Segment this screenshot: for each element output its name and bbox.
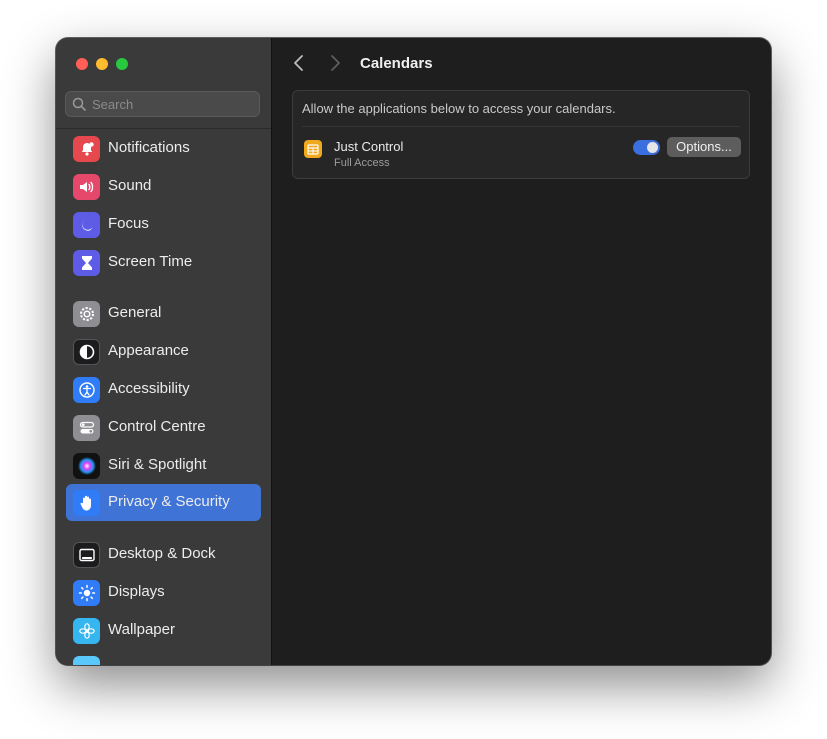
sidebar-item-label: Displays xyxy=(108,583,165,600)
sidebar-item-general[interactable]: General xyxy=(66,295,261,331)
minimize-window-button[interactable] xyxy=(96,58,108,70)
sidebar-item-label: Wallpaper xyxy=(108,621,175,638)
sidebar-item-screen-time[interactable]: Screen Time xyxy=(66,244,261,280)
sidebar-item-label: Focus xyxy=(108,215,149,232)
sidebar-item-label: Privacy & Security xyxy=(108,493,230,510)
calendar-access-toggle[interactable] xyxy=(633,140,660,155)
flower-icon xyxy=(73,618,100,644)
dock-icon xyxy=(73,542,100,568)
sidebar-item-appearance[interactable]: Appearance xyxy=(66,333,261,369)
app-name: Just Control xyxy=(334,139,404,154)
sidebar: Search Notifications Sound Focus Screen … xyxy=(56,38,272,665)
screensaver-icon xyxy=(73,656,100,665)
calendar-app-icon xyxy=(304,140,322,158)
system-settings-window: Search Notifications Sound Focus Screen … xyxy=(56,38,771,665)
sidebar-item-label: Sound xyxy=(108,177,152,194)
main-content: Calendars Allow the applications below t… xyxy=(272,38,771,665)
toggles-icon xyxy=(73,415,100,441)
bell-icon xyxy=(73,136,100,162)
sidebar-item-label: Notifications xyxy=(108,139,190,156)
sidebar-item-privacy-security[interactable]: Privacy & Security xyxy=(66,484,261,521)
close-window-button[interactable] xyxy=(76,58,88,70)
sidebar-item-label: Screen Time xyxy=(108,253,193,270)
app-access-level: Full Access xyxy=(334,157,390,169)
gear-icon xyxy=(73,301,100,327)
sidebar-item-label: Accessibility xyxy=(108,380,190,397)
panel-description: Allow the applications below to access y… xyxy=(302,101,616,116)
sidebar-item-label: Desktop & Dock xyxy=(108,545,216,562)
zoom-window-button[interactable] xyxy=(116,58,128,70)
calendar-access-panel: Allow the applications below to access y… xyxy=(292,90,750,179)
appearance-icon xyxy=(73,339,100,365)
sidebar-item-siri-spotlight[interactable]: Siri & Spotlight xyxy=(66,447,261,483)
sidebar-item-label: Control Centre xyxy=(108,418,206,435)
search-icon xyxy=(72,97,86,111)
sidebar-item-notifications[interactable]: Notifications xyxy=(66,130,261,166)
sidebar-divider xyxy=(56,128,271,129)
hand-icon xyxy=(73,490,100,516)
search-input[interactable]: Search xyxy=(65,91,260,117)
sidebar-item-label: General xyxy=(108,304,162,321)
speaker-icon xyxy=(73,174,100,200)
sidebar-item-desktop-dock[interactable]: Desktop & Dock xyxy=(66,536,261,572)
siri-icon xyxy=(73,453,100,479)
sidebar-item-label: Siri & Spotlight xyxy=(108,456,207,473)
toggle-knob xyxy=(647,142,658,153)
accessibility-icon xyxy=(73,377,100,403)
sidebar-item-sound[interactable]: Sound xyxy=(66,168,261,204)
sidebar-item-wallpaper[interactable]: Wallpaper xyxy=(66,612,261,648)
sidebar-item-label: Appearance xyxy=(108,342,189,359)
page-title: Calendars xyxy=(360,55,433,72)
panel-divider xyxy=(302,126,740,127)
sidebar-item-accessibility[interactable]: Accessibility xyxy=(66,371,261,407)
window-controls xyxy=(76,58,128,70)
options-button[interactable]: Options... xyxy=(667,137,741,157)
forward-button[interactable] xyxy=(328,54,342,72)
sun-icon xyxy=(73,580,100,606)
search-placeholder: Search xyxy=(92,97,134,112)
sidebar-item-displays[interactable]: Displays xyxy=(66,574,261,610)
sidebar-item-partial[interactable] xyxy=(66,650,261,665)
hourglass-icon xyxy=(73,250,100,276)
sidebar-item-focus[interactable]: Focus xyxy=(66,206,261,242)
sidebar-item-control-centre[interactable]: Control Centre xyxy=(66,409,261,445)
back-button[interactable] xyxy=(292,54,306,72)
moon-icon xyxy=(73,212,100,238)
